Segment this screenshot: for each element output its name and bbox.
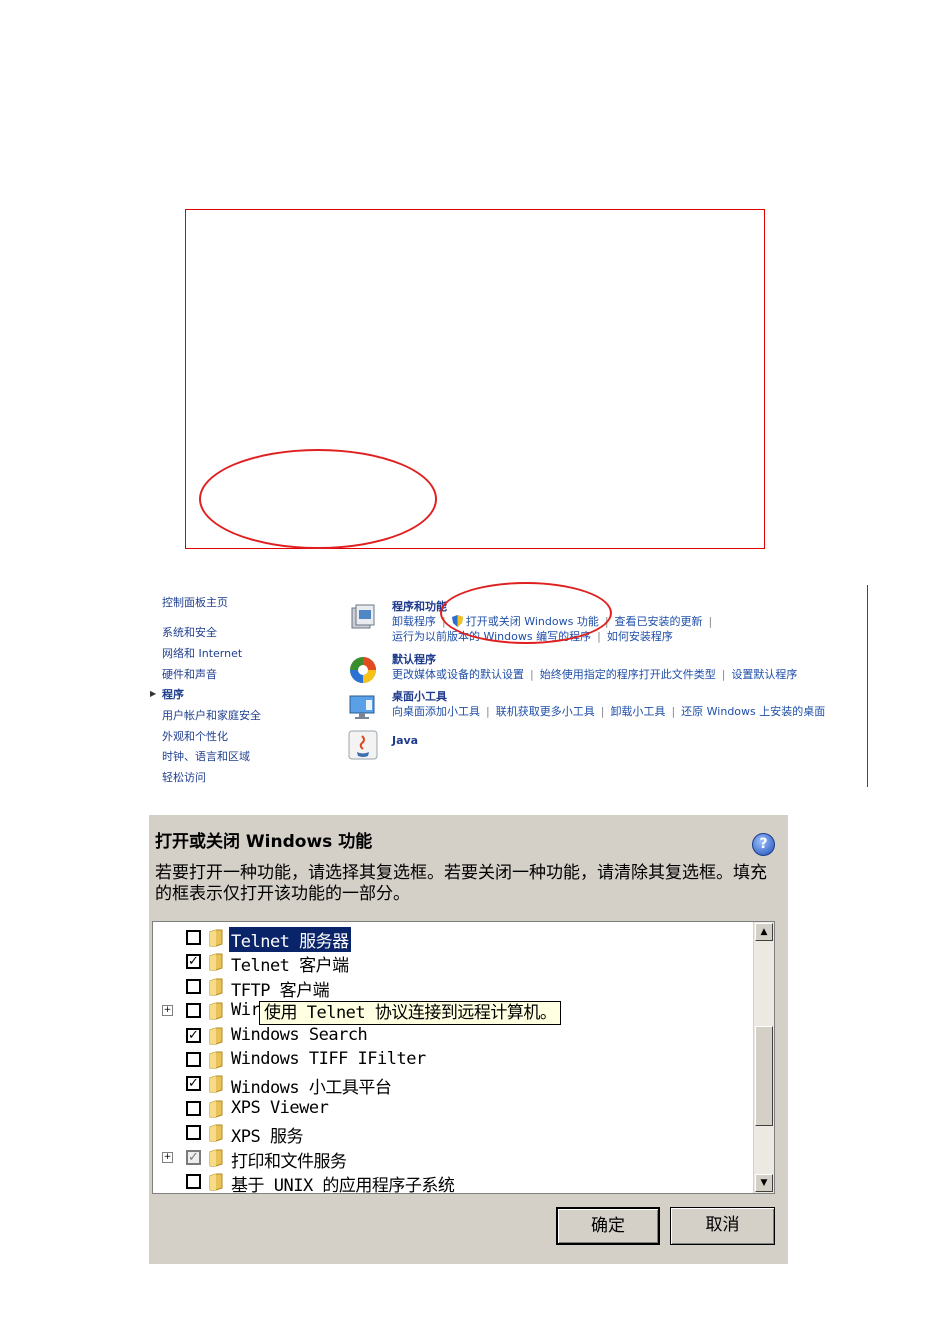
- feature-label: 打印和文件服务: [231, 1151, 347, 1172]
- windows-features-dialog: 打开或关闭 Windows 功能 ? 若要打开一种功能，请选择其复选框。若要关闭…: [149, 815, 788, 1264]
- feature-label: XPS 服务: [231, 1127, 303, 1148]
- dialog-description: 若要打开一种功能，请选择其复选框。若要关闭一种功能，请清除其复选框。填充的框表示…: [155, 863, 767, 904]
- uninstall-gadget-link[interactable]: 卸载小工具: [610, 705, 665, 718]
- panel-divider: [867, 585, 868, 787]
- feature-label: Telnet 服务器: [229, 927, 351, 952]
- dialog-title: 打开或关闭 Windows 功能: [155, 832, 373, 852]
- annotation-box: [185, 209, 765, 549]
- view-installed-updates-link[interactable]: 查看已安装的更新: [615, 615, 703, 628]
- feature-list-scrollbar[interactable]: ▲ ▼: [753, 922, 774, 1193]
- feature-label: TFTP 客户端: [231, 980, 330, 1001]
- folder-icon: [209, 1124, 223, 1142]
- folder-icon: [209, 1173, 223, 1191]
- nav-system-security[interactable]: 系统和安全: [162, 624, 217, 640]
- nav-network-internet[interactable]: 网络和 Internet: [162, 645, 242, 661]
- annotation-ellipse-features: [440, 582, 612, 644]
- folder-icon: [209, 1051, 223, 1069]
- folder-icon: [209, 953, 223, 971]
- feature-row[interactable]: Telnet 服务器: [153, 927, 753, 952]
- feature-checkbox[interactable]: ✓: [186, 1076, 201, 1092]
- feature-row[interactable]: ✓ Windows 小工具平台: [153, 1073, 753, 1099]
- feature-list[interactable]: Telnet 服务器 ✓ Telnet 客户端 TFTP 客户端 + Wir ✓ Window…: [152, 921, 775, 1194]
- feature-row[interactable]: ✓ Windows Search: [153, 1025, 753, 1049]
- how-to-install-link[interactable]: 如何安装程序: [607, 630, 673, 643]
- feature-checkbox[interactable]: ✓: [186, 1027, 201, 1043]
- feature-label: XPS Viewer: [231, 1097, 329, 1118]
- feature-row[interactable]: XPS Viewer: [153, 1098, 753, 1122]
- nav-clock-language[interactable]: 时钟、语言和区域: [162, 748, 250, 764]
- expand-plus-icon[interactable]: +: [162, 1151, 173, 1163]
- feature-label: Windows 小工具平台: [231, 1078, 392, 1099]
- folder-icon: [209, 978, 223, 996]
- get-more-gadgets-link[interactable]: 联机获取更多小工具: [496, 705, 595, 718]
- feature-checkbox[interactable]: [186, 1174, 201, 1189]
- scroll-up-arrow-icon[interactable]: ▲: [755, 923, 773, 941]
- folder-icon: [209, 1027, 223, 1045]
- programs-features-icon[interactable]: [348, 602, 378, 632]
- feature-row[interactable]: XPS 服务: [153, 1122, 753, 1148]
- default-programs-title[interactable]: 默认程序: [392, 651, 436, 667]
- feature-checkbox[interactable]: [186, 1125, 201, 1141]
- feature-checkbox[interactable]: [186, 1003, 201, 1019]
- ok-button[interactable]: 确定: [556, 1207, 660, 1245]
- feature-row[interactable]: 基于 UNIX 的应用程序子系统: [153, 1171, 753, 1194]
- nav-appearance[interactable]: 外观和个性化: [162, 728, 228, 744]
- desktop-gadgets-links: 向桌面添加小工具 | 联机获取更多小工具 | 卸载小工具 | 还原 Windows 上安装的…: [392, 705, 826, 718]
- nav-current-arrow-icon: ▶: [150, 689, 157, 698]
- restore-gadgets-link[interactable]: 还原 Windows 上安装的桌面: [681, 705, 825, 718]
- feature-row[interactable]: + ✓ 打印和文件服务: [153, 1147, 753, 1172]
- feature-checkbox[interactable]: [186, 930, 201, 945]
- feature-tooltip: 使用 Telnet 协议连接到远程计算机。: [259, 1001, 562, 1025]
- feature-label: Telnet 客户端: [231, 956, 349, 977]
- feature-label: Windows TIFF IFilter: [231, 1049, 426, 1069]
- default-programs-links: 更改媒体或设备的默认设置 | 始终使用指定的程序打开此文件类型 | 设置默认程序: [392, 668, 798, 681]
- java-icon[interactable]: [348, 730, 378, 760]
- java-title[interactable]: Java: [392, 734, 418, 747]
- nav-user-accounts[interactable]: 用户帐户和家庭安全: [162, 707, 261, 723]
- programs-features-title[interactable]: 程序和功能: [392, 598, 447, 614]
- feature-checkbox[interactable]: ✓: [186, 1149, 201, 1165]
- help-icon[interactable]: ?: [752, 833, 775, 856]
- scroll-thumb[interactable]: [755, 1026, 773, 1126]
- feature-checkbox[interactable]: ✓: [186, 954, 201, 970]
- folder-icon: [209, 929, 223, 947]
- feature-label: Wir: [231, 1000, 261, 1021]
- folder-icon: [209, 1075, 223, 1093]
- expand-plus-icon[interactable]: +: [162, 1005, 173, 1017]
- nav-control-panel-home[interactable]: 控制面板主页: [162, 594, 228, 610]
- folder-icon: [209, 1149, 223, 1167]
- add-gadgets-link[interactable]: 向桌面添加小工具: [392, 705, 480, 718]
- cancel-button[interactable]: 取消: [670, 1207, 775, 1245]
- feature-label: Windows Search: [231, 1024, 368, 1045]
- nav-hardware-sound[interactable]: 硬件和声音: [162, 666, 217, 682]
- feature-label: 基于 UNIX 的应用程序子系统: [231, 1176, 455, 1194]
- desktop-gadgets-title[interactable]: 桌面小工具: [392, 688, 447, 704]
- annotation-ellipse: [199, 449, 437, 549]
- nav-programs[interactable]: 程序: [162, 686, 184, 702]
- feature-row[interactable]: TFTP 客户端: [153, 976, 753, 1001]
- control-panel-programs: 控制面板主页 系统和安全 网络和 Internet 硬件和声音 ▶ 程序 用户帐…: [150, 582, 870, 790]
- default-programs-icon[interactable]: [348, 655, 378, 685]
- feature-row[interactable]: ✓ Telnet 客户端: [153, 951, 753, 977]
- folder-icon: [209, 1100, 223, 1118]
- change-media-defaults-link[interactable]: 更改媒体或设备的默认设置: [392, 668, 524, 681]
- uninstall-program-link[interactable]: 卸载程序: [392, 615, 436, 628]
- feature-checkbox[interactable]: [186, 1100, 201, 1116]
- nav-ease-of-access[interactable]: 轻松访问: [162, 769, 206, 785]
- feature-checkbox[interactable]: [186, 978, 201, 994]
- file-type-association-link[interactable]: 始终使用指定的程序打开此文件类型: [540, 668, 716, 681]
- feature-checkbox[interactable]: [186, 1052, 201, 1067]
- folder-icon: [209, 1002, 223, 1020]
- scroll-down-arrow-icon[interactable]: ▼: [755, 1174, 773, 1192]
- set-default-programs-link[interactable]: 设置默认程序: [731, 668, 797, 681]
- desktop-gadgets-icon[interactable]: [348, 692, 378, 722]
- feature-row[interactable]: Windows TIFF IFilter: [153, 1049, 753, 1073]
